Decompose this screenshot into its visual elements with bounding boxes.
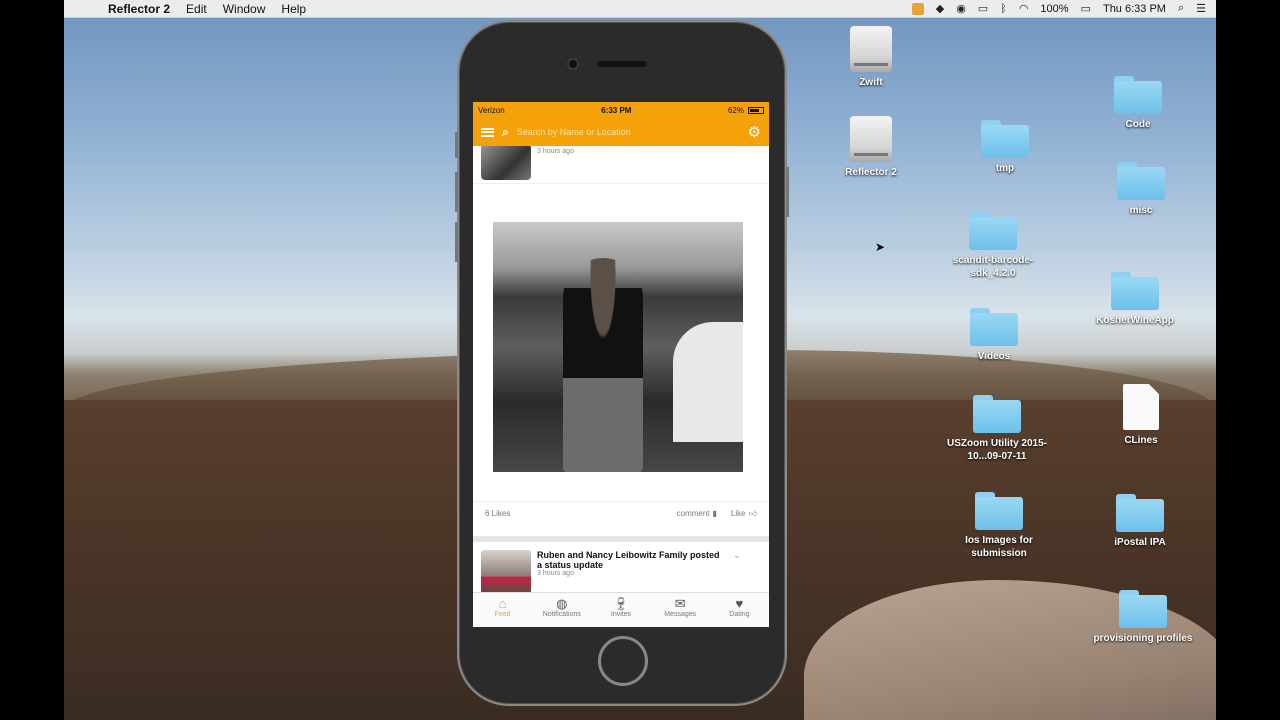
- home-button[interactable]: [598, 636, 648, 686]
- post-actions: 6 Likes comment ▮ Like 👍︎: [473, 501, 769, 525]
- clock[interactable]: Thu 6:33 PM: [1103, 3, 1166, 15]
- post-time: 3 hours ago: [537, 148, 574, 155]
- search-input[interactable]: Search by Name or Location: [517, 127, 740, 137]
- desktop-icon-misc[interactable]: misc: [1086, 162, 1196, 217]
- folder-icon: [1117, 162, 1165, 200]
- reflector-phone-window[interactable]: Verizon 6:33 PM 62% ⌕ Search by Name or …: [455, 20, 789, 706]
- battery-percent: 62%: [727, 105, 744, 115]
- menu-extras: ◆ ◉ ▭ ᛒ ◠ 100% ▭ Thu 6:33 PM ⌕ ☰: [911, 2, 1216, 15]
- folder-icon: [1114, 76, 1162, 114]
- desktop-icon-scandit[interactable]: scandit-barcode-sdk_4.2.0: [938, 212, 1048, 280]
- menu-edit[interactable]: Edit: [178, 2, 215, 16]
- desktop-icon-provisioning[interactable]: provisioning profiles: [1088, 590, 1198, 645]
- folder-icon: [1119, 590, 1167, 628]
- menu-bar: Reflector 2 Edit Window Help ◆ ◉ ▭ ᛒ ◠ 1…: [64, 0, 1216, 18]
- notification-center-icon[interactable]: ☰: [1196, 2, 1206, 15]
- battery-icon: [748, 106, 764, 114]
- photo-person: [563, 258, 643, 472]
- globe-icon: ◍: [556, 596, 568, 611]
- app-menu[interactable]: Reflector 2: [102, 2, 178, 16]
- post-title: Ruben and Nancy Leibowitz Family posted …: [537, 550, 720, 570]
- power-button: [786, 167, 789, 217]
- wifi-icon[interactable]: ◠: [1019, 2, 1029, 15]
- desktop-icon-kosherwineapp[interactable]: KosherWineApp: [1080, 272, 1190, 327]
- folder-icon: [1111, 272, 1159, 310]
- search-icon[interactable]: ⌕: [502, 125, 509, 140]
- folder-icon: [969, 212, 1017, 250]
- earpiece-speaker: [597, 61, 647, 67]
- comment-bubble-icon: ▮: [712, 509, 717, 518]
- tab-dating[interactable]: ♥ Dating: [710, 593, 769, 627]
- volume-up-button: [455, 172, 458, 212]
- hamburger-menu-icon[interactable]: [481, 127, 494, 137]
- post-time: 3 hours ago: [537, 570, 574, 577]
- hard-drive-icon: [850, 26, 892, 72]
- tab-bar: ⌂ Feed ◍ Notifications 🍷︎ Invites ✉ Mess…: [473, 592, 769, 627]
- status-right: 62%: [728, 106, 764, 115]
- folder-icon: [1116, 494, 1164, 532]
- desktop-icon-uszoom[interactable]: USZoom Utility 2015-10...09-07-11: [942, 395, 1052, 463]
- chevron-down-icon[interactable]: ⌄: [733, 550, 741, 592]
- feed-post-header: 3 hours ago: [473, 146, 769, 184]
- folder-icon: [970, 308, 1018, 346]
- heart-icon: ♥: [735, 596, 744, 611]
- thumbs-up-icon: 👍︎: [748, 508, 757, 518]
- desktop-icon-reflector[interactable]: Reflector 2: [816, 116, 926, 179]
- mouse-cursor-icon: ➤: [875, 240, 886, 254]
- home-icon: ⌂: [498, 596, 507, 611]
- tab-notifications[interactable]: ◍ Notifications: [532, 593, 591, 627]
- gear-icon[interactable]: ⚙: [748, 123, 761, 141]
- poster-avatar[interactable]: [481, 146, 531, 180]
- tab-invites[interactable]: 🍷︎ Invites: [591, 593, 650, 627]
- folder-icon: [973, 395, 1021, 433]
- desktop-icon-tmp[interactable]: tmp: [950, 120, 1060, 175]
- envelope-icon: ✉: [674, 596, 686, 611]
- feed-post[interactable]: Ruben and Nancy Leibowitz Family posted …: [473, 546, 769, 592]
- desktop-icon-zwift[interactable]: Zwift: [816, 26, 926, 89]
- desktop-icon-ipostal[interactable]: iPostal IPA: [1085, 494, 1195, 549]
- folder-icon: [975, 492, 1023, 530]
- signal-carrier: Verizon: [478, 105, 505, 115]
- desktop-icon-videos[interactable]: Videos: [939, 308, 1049, 363]
- desktop-icon-code[interactable]: Code: [1083, 76, 1193, 131]
- app-header: ⌕ Search by Name or Location ⚙: [473, 118, 769, 146]
- menu-window[interactable]: Window: [215, 2, 274, 16]
- photo-sign: [673, 322, 743, 442]
- status-time: 6:33 PM: [601, 105, 632, 115]
- volume-down-button: [455, 222, 458, 262]
- post-thumbnail[interactable]: [481, 550, 531, 592]
- bluetooth-icon[interactable]: ᛒ: [1000, 3, 1007, 15]
- document-icon: [1123, 384, 1159, 430]
- post-photo[interactable]: [493, 222, 743, 472]
- airplay-icon[interactable]: ▭: [978, 2, 988, 15]
- mute-switch: [455, 132, 458, 158]
- likes-count[interactable]: 6 Likes: [485, 509, 510, 518]
- desktop-icon-clines[interactable]: CLines: [1086, 384, 1196, 447]
- folder-icon: [981, 120, 1029, 158]
- tab-messages[interactable]: ✉ Messages: [651, 593, 710, 627]
- hard-drive-icon: [850, 116, 892, 162]
- battery-icon[interactable]: ▭: [1081, 2, 1091, 15]
- dropbox-icon[interactable]: ◆: [936, 2, 944, 15]
- comment-button[interactable]: comment ▮: [677, 509, 717, 518]
- like-button[interactable]: Like 👍︎: [731, 509, 757, 519]
- wine-glass-icon: 🍷︎: [612, 596, 630, 611]
- ios-status-bar: Verizon 6:33 PM 62%: [473, 102, 769, 118]
- record-icon[interactable]: ◉: [956, 2, 966, 15]
- menu-help[interactable]: Help: [273, 2, 314, 16]
- desktop-icon-ios-images[interactable]: Ios Images for submission: [944, 492, 1054, 560]
- phone-screen: Verizon 6:33 PM 62% ⌕ Search by Name or …: [473, 102, 769, 627]
- spotlight-search-icon[interactable]: ⌕: [1178, 2, 1184, 15]
- reflector-status-icon[interactable]: [911, 2, 924, 15]
- front-camera: [567, 58, 579, 70]
- feed[interactable]: 3 hours ago 6 Likes comment ▮ Like 👍︎ Ru…: [473, 146, 769, 592]
- post-divider: [473, 536, 769, 542]
- tab-feed[interactable]: ⌂ Feed: [473, 593, 532, 627]
- battery-percent[interactable]: 100%: [1040, 3, 1068, 15]
